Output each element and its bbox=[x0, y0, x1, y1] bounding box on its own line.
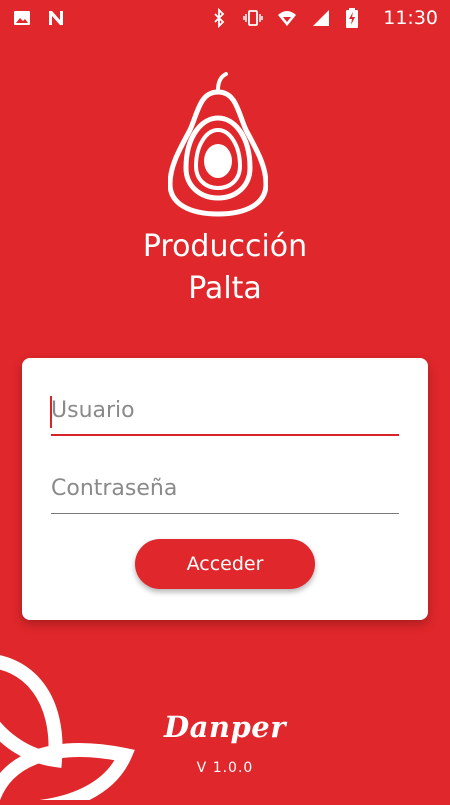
status-left bbox=[12, 8, 66, 28]
avocado-icon bbox=[167, 72, 269, 217]
login-button[interactable]: Acceder bbox=[135, 539, 315, 589]
signal-icon bbox=[311, 8, 331, 28]
password-input[interactable] bbox=[51, 470, 399, 514]
app-version: V 1.0.0 bbox=[196, 760, 254, 776]
wifi-icon bbox=[277, 8, 297, 28]
text-cursor bbox=[50, 396, 52, 428]
vibrate-icon bbox=[243, 8, 263, 28]
title-line-2: Palta bbox=[188, 271, 262, 306]
status-time: 11:30 bbox=[383, 7, 438, 29]
bluetooth-icon bbox=[209, 7, 229, 29]
image-icon bbox=[12, 8, 32, 28]
login-card: Acceder bbox=[22, 358, 428, 620]
username-input[interactable] bbox=[51, 392, 399, 436]
brand-logo: Danper bbox=[163, 710, 287, 744]
battery-charging-icon bbox=[345, 8, 365, 28]
title-line-1: Producción bbox=[142, 229, 308, 264]
status-bar: 11:30 bbox=[0, 0, 450, 36]
page-title: Producción Palta bbox=[0, 226, 450, 310]
n-notification-icon bbox=[46, 8, 66, 28]
status-right: 11:30 bbox=[209, 7, 438, 29]
